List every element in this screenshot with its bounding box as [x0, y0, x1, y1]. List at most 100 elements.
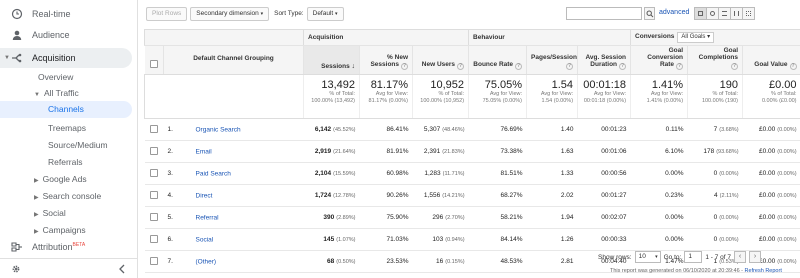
col-new-sessions[interactable]: % New Sessions? — [359, 45, 413, 75]
nav-social[interactable]: ▶ Social — [34, 208, 66, 218]
sort-type-value: Default — [312, 9, 334, 17]
nav-audience[interactable]: Audience — [0, 27, 132, 43]
help-icon[interactable]: ? — [731, 63, 739, 70]
row-checkbox[interactable] — [150, 168, 158, 177]
channel-link[interactable]: Paid Search — [196, 170, 231, 177]
help-icon[interactable]: ? — [789, 63, 797, 70]
refresh-report-link[interactable]: Refresh Report — [745, 268, 782, 274]
total-value: 13,492 — [321, 79, 355, 91]
row-checkbox[interactable] — [150, 190, 158, 199]
help-icon[interactable]: ? — [676, 63, 684, 70]
row-bullet — [182, 255, 196, 269]
total-value: 1.54 — [551, 79, 574, 91]
goto-page-input[interactable]: 1 — [684, 251, 703, 263]
nav-acquisition[interactable]: ▼ Acquisition — [0, 48, 132, 68]
new-users-cell-percent: (14.21%) — [442, 193, 465, 199]
help-icon[interactable]: ? — [619, 63, 627, 70]
new-sessions-cell: 23.53% — [359, 250, 413, 273]
nav-treemaps[interactable]: Treemaps — [48, 123, 86, 133]
row-select-cell — [144, 206, 164, 229]
channel-cell: 3. Paid Search — [163, 162, 304, 185]
completions-cell-percent: (2.11%) — [719, 193, 739, 199]
pages-session-cell-value: 2.81 — [560, 258, 574, 265]
row-checkbox[interactable] — [150, 212, 158, 221]
channel-link[interactable]: Direct — [196, 192, 213, 199]
completions-cell-value: 0 — [713, 170, 718, 177]
sort-type-dropdown[interactable]: Default ▾ — [306, 6, 344, 21]
channel-link[interactable]: Email — [196, 148, 212, 155]
nav-referrals[interactable]: Referrals — [48, 157, 82, 167]
help-icon[interactable]: ? — [457, 63, 465, 70]
new-users-cell: 5,307 (48.46%) — [412, 118, 469, 141]
nav-campaigns[interactable]: ▶ Campaigns — [34, 225, 86, 235]
row-checkbox[interactable] — [150, 256, 158, 265]
chevron-left-icon[interactable] — [118, 264, 126, 274]
new-users-cell-percent: (48.46%) — [442, 127, 465, 133]
pivot-view-button[interactable] — [742, 7, 755, 20]
nav-source-medium[interactable]: Source/Medium — [48, 140, 108, 150]
new-users-cell-value: 296 — [432, 214, 444, 221]
new-sessions-cell: 90.26% — [359, 184, 413, 207]
nav-search-console[interactable]: ▶ Search console — [34, 191, 101, 201]
sessions-cell: 1,724 (12.78%) — [303, 184, 360, 207]
goals-dropdown[interactable]: All Goals ▾ — [677, 32, 715, 43]
col-goal-value[interactable]: Goal Value? — [742, 45, 800, 75]
table-search-input[interactable] — [566, 7, 642, 20]
sessions-cell-value: 2,104 — [314, 170, 332, 177]
nav-all-traffic[interactable]: ▼ All Traffic — [34, 88, 79, 98]
col-avg-session-duration[interactable]: Avg. Session Duration? — [577, 45, 631, 75]
select-all-checkbox[interactable] — [149, 60, 158, 68]
help-icon[interactable]: ? — [515, 63, 523, 70]
clock-icon — [11, 8, 23, 20]
channel-link[interactable]: (Other) — [196, 258, 217, 265]
goal-value-cell-value: £0.00 — [758, 192, 776, 199]
help-icon[interactable]: ? — [566, 63, 574, 70]
nav-attribution[interactable]: AttributionBETA — [0, 239, 132, 255]
attribution-label: Attribution — [32, 242, 73, 252]
row-select-cell — [144, 184, 164, 207]
channel-link[interactable]: Organic Search — [196, 126, 241, 133]
table-toolbar: Plot Rows Secondary dimension ▾ Sort Typ… — [146, 6, 344, 21]
nav-google-ads[interactable]: ▶ Google Ads — [34, 174, 87, 184]
completions-cell-value: 7 — [713, 126, 718, 133]
pages-session-cell: 1.40 — [526, 118, 578, 141]
secondary-dimension-dropdown[interactable]: Secondary dimension ▾ — [190, 6, 270, 21]
completions-cell-percent: (93.68%) — [716, 149, 739, 155]
row-bullet — [182, 145, 196, 159]
prev-page-button[interactable]: ‹ — [733, 251, 746, 263]
help-icon[interactable]: ? — [401, 63, 408, 70]
col-goal-conversion-rate[interactable]: Goal Conversion Rate? — [630, 45, 688, 75]
pages-session-cell-value: 1.33 — [560, 170, 574, 177]
total-value: 81.17% — [370, 79, 408, 91]
col-pages-session[interactable]: Pages/Session? — [526, 45, 578, 75]
sessions-cell-percent: (21.64%) — [333, 149, 356, 155]
total-value: 75.05% — [484, 79, 523, 91]
gear-icon[interactable] — [11, 264, 21, 274]
plot-rows-button[interactable]: Plot Rows — [146, 6, 188, 21]
comparison-icon — [734, 11, 739, 16]
row-checkbox[interactable] — [150, 234, 158, 243]
show-rows-select[interactable]: 10 ▾ — [634, 251, 661, 263]
channel-link[interactable]: Social — [196, 236, 214, 243]
caret-right-icon: ▶ — [34, 212, 39, 218]
col-sessions[interactable]: Sessions ↓ — [303, 45, 360, 75]
nav-channels[interactable]: Channels — [0, 101, 132, 118]
col-bounce-rate[interactable]: Bounce Rate? — [468, 45, 527, 75]
new-users-cell-percent: (11.71%) — [442, 171, 465, 177]
nav-overview[interactable]: Overview — [38, 72, 73, 82]
dimension-header[interactable]: Default Channel Grouping — [163, 45, 304, 75]
nav-realtime[interactable]: Real-time — [0, 6, 132, 22]
duration-cell: 00:00:33 — [577, 228, 631, 251]
col-new-users[interactable]: New Users? — [411, 45, 469, 75]
row-checkbox[interactable] — [150, 124, 158, 133]
channel-link[interactable]: Referral — [196, 214, 219, 221]
sessions-cell: 6,142 (45.52%) — [303, 118, 360, 141]
goal-value-cell-percent: (0.00%) — [777, 127, 797, 133]
goal-value-cell-value: £0.00 — [758, 258, 776, 265]
advanced-filter-link[interactable]: advanced — [659, 9, 689, 16]
conversion-rate-cell-value: 0.00% — [665, 236, 684, 243]
next-page-button[interactable]: › — [748, 251, 761, 263]
row-checkbox[interactable] — [150, 146, 158, 155]
col-goal-completions[interactable]: Goal Completions? — [687, 45, 743, 75]
search-button[interactable] — [644, 7, 655, 20]
